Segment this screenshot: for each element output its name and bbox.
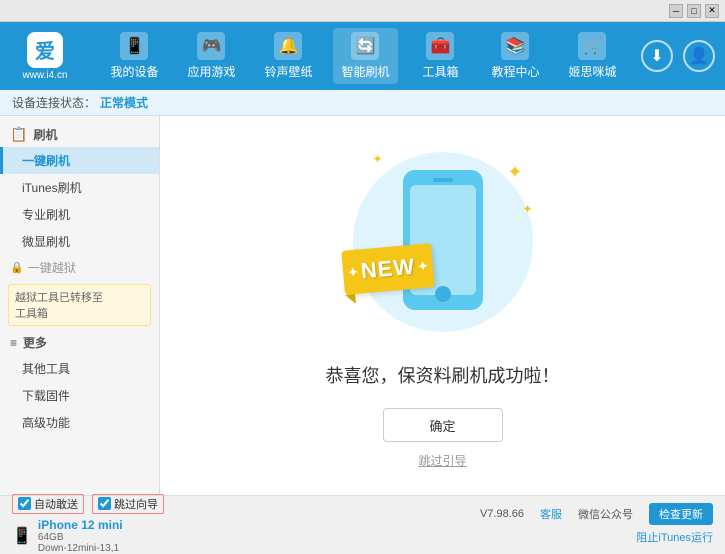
nav-tools-label: 工具箱 [422,63,458,80]
confirm-button[interactable]: 确定 [383,408,503,442]
sidebar-item-weixian[interactable]: 微显刷机 [0,228,159,255]
checkboxes-row: 自动敢送 跳过向导 [12,494,164,514]
itunes-status-row: 阻止iTunes运行 [636,529,713,545]
nav-smart-flash-label: 智能刷机 [341,63,389,80]
flash-section-icon: 📋 [10,126,27,143]
close-btn[interactable]: ✕ [705,4,719,18]
skip-link[interactable]: 跳过引导 [418,452,466,469]
itunes-status[interactable]: 阻止iTunes运行 [636,532,713,544]
auto-send-input[interactable] [18,497,31,510]
skip-wizard-checkbox[interactable]: 跳过向导 [92,494,164,514]
nav-tutorials[interactable]: 📚 教程中心 [483,28,547,84]
bottom-left-section: 自动敢送 跳过向导 📱 iPhone 12 mini 64GB Down-12m… [12,494,164,554]
itunes-label: iTunes刷机 [22,181,82,195]
top-nav: 爱 www.i4.cn 📱 我的设备 🎮 应用游戏 🔔 铃声壁纸 🔄 智能刷机 … [0,22,725,90]
success-text: 恭喜您，保资料刷机成功啦！ [326,362,560,388]
nav-smart-flash[interactable]: 🔄 智能刷机 [333,28,397,84]
ringtones-icon: 🔔 [274,32,302,60]
sidebar-item-jailbreak: 🔒 一键越狱 [0,255,159,280]
status-bar: 设备连接状态： 正常模式 [0,90,725,116]
nav-store-label: 姬思咪城 [568,63,616,80]
pro-label: 专业刷机 [22,208,70,222]
weixian-label: 微显刷机 [22,235,70,249]
nav-my-device[interactable]: 📱 我的设备 [102,28,166,84]
content-area: ✦ ✦ ✦ ✦ NEW ✦ 恭喜您，保资料刷机成功啦！ 确定 跳过引导 [160,116,725,495]
nav-items: 📱 我的设备 🎮 应用游戏 🔔 铃声壁纸 🔄 智能刷机 🧰 工具箱 📚 教程中心… [96,28,631,84]
sidebar-item-advanced[interactable]: 高级功能 [0,409,159,436]
download-btn[interactable]: ⬇ [641,40,673,72]
device-phone-icon: 📱 [12,526,32,546]
nav-apps-games[interactable]: 🎮 应用游戏 [179,28,243,84]
sidebar-warning: 越狱工具已转移至工具箱 [8,284,151,326]
window-controls[interactable]: ─ □ ✕ [669,4,719,18]
minimize-btn[interactable]: ─ [669,4,683,18]
nav-store[interactable]: 🛒 姬思咪城 [560,28,624,84]
smart-flash-icon: 🔄 [351,32,379,60]
logo-area: 爱 www.i4.cn [10,32,80,81]
title-bar: ─ □ ✕ [0,0,725,22]
success-illustration: ✦ ✦ ✦ ✦ NEW ✦ [343,142,543,342]
jailbreak-label: 一键越狱 [28,259,76,276]
sidebar-item-onekey[interactable]: 一键刷机 [0,147,159,174]
tutorials-icon: 📚 [501,32,529,60]
phone-top-speaker [433,178,453,182]
sparkle-2: ✦ [522,202,532,216]
tools-icon: 🧰 [426,32,454,60]
sidebar-more-section: 更多 [0,330,159,355]
sidebar-item-other-tools[interactable]: 其他工具 [0,355,159,382]
logo-icon: 爱 [27,32,63,68]
auto-send-checkbox[interactable]: 自动敢送 [12,494,84,514]
nav-apps-games-label: 应用游戏 [187,63,235,80]
ribbon-star-left: ✦ [346,263,359,281]
ribbon-star-right: ✦ [416,257,429,275]
onekey-label: 一键刷机 [22,154,70,168]
sidebar-section-flash: 📋 刷机 [0,122,159,147]
ribbon-shape: ✦ NEW ✦ [341,243,434,295]
new-ribbon: ✦ NEW ✦ [343,247,443,302]
main-layout: 📋 刷机 一键刷机 iTunes刷机 专业刷机 微显刷机 🔒 一键越狱 越狱工具… [0,116,725,495]
ribbon-text: NEW [359,254,415,285]
device-model: Down-12mini-13,1 [38,543,123,554]
sidebar: 📋 刷机 一键刷机 iTunes刷机 专业刷机 微显刷机 🔒 一键越狱 越狱工具… [0,116,160,495]
auto-send-label: 自动敢送 [34,496,78,512]
advanced-label: 高级功能 [22,416,70,430]
bottom-status-row: V7.98.66 客服 微信公众号 检查更新 [480,503,713,525]
sparkle-3: ✦ [373,152,383,166]
update-button[interactable]: 检查更新 [649,503,713,525]
nav-ringtones-label: 铃声壁纸 [264,63,312,80]
nav-ringtones[interactable]: 🔔 铃声壁纸 [256,28,320,84]
sidebar-item-pro[interactable]: 专业刷机 [0,201,159,228]
skip-wizard-label: 跳过向导 [114,496,158,512]
flash-section-label: 刷机 [33,126,57,143]
lock-icon: 🔒 [10,261,24,274]
version-text: V7.98.66 [480,508,524,520]
skip-wizard-input[interactable] [98,497,111,510]
status-value: 正常模式 [100,94,148,111]
device-storage: 64GB [38,532,123,543]
more-label: 更多 [23,334,47,351]
sidebar-item-download-fw[interactable]: 下载固件 [0,382,159,409]
wechat-text: 微信公众号 [578,506,633,522]
bottom-right-section: V7.98.66 客服 微信公众号 检查更新 阻止iTunes运行 [480,503,713,545]
warning-text: 越狱工具已转移至工具箱 [15,292,103,320]
nav-my-device-label: 我的设备 [110,63,158,80]
nav-tools[interactable]: 🧰 工具箱 [410,28,470,84]
sidebar-item-itunes[interactable]: iTunes刷机 [0,174,159,201]
maximize-btn[interactable]: □ [687,4,701,18]
bottom-bar: 自动敢送 跳过向导 📱 iPhone 12 mini 64GB Down-12m… [0,495,725,551]
support-link[interactable]: 客服 [540,506,562,522]
nav-tutorials-label: 教程中心 [491,63,539,80]
download-fw-label: 下载固件 [22,389,70,403]
logo-text: www.i4.cn [22,70,67,81]
other-tools-label: 其他工具 [22,362,70,376]
sparkle-1: ✦ [507,162,522,183]
device-name: iPhone 12 mini [38,518,123,532]
apps-games-icon: 🎮 [197,32,225,60]
profile-btn[interactable]: 👤 [683,40,715,72]
status-label: 设备连接状态： [12,94,96,111]
my-device-icon: 📱 [120,32,148,60]
store-icon: 🛒 [578,32,606,60]
nav-right-buttons: ⬇ 👤 [641,40,715,72]
